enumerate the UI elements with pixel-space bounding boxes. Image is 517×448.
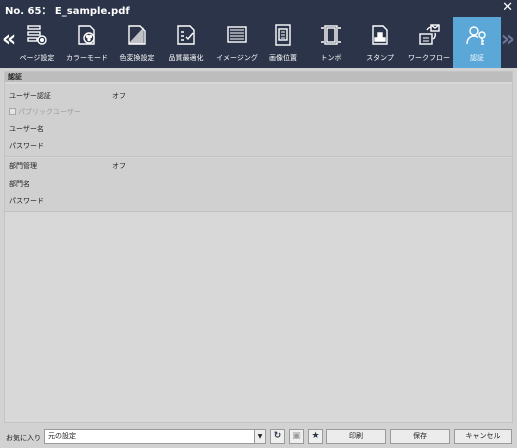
crop-marks-icon <box>321 25 341 45</box>
favorite-star-button[interactable]: ★ <box>308 429 323 444</box>
user-auth-value[interactable]: オフ <box>112 91 126 101</box>
tab-bar: « ページ設定 カラーモード 色変換設定 品質最適化 イメージング 画像位置 ト… <box>0 17 517 68</box>
public-user-checkbox[interactable] <box>9 108 16 115</box>
favorites-value: 元の設定 <box>48 432 76 440</box>
user-password-label: パスワード <box>9 142 44 150</box>
save-favorite-button[interactable]: ▣ <box>289 429 304 444</box>
print-button[interactable]: 印刷 <box>326 429 386 444</box>
section-header: 認証 <box>5 72 512 82</box>
workflow-icon <box>419 24 440 45</box>
stamp-icon <box>372 25 388 45</box>
dept-name-label: 部門名 <box>9 180 30 188</box>
color-conversion-icon <box>128 25 146 45</box>
public-user-option: パブリックユーザー <box>9 107 81 117</box>
dept-password-label: パスワード <box>9 197 44 205</box>
user-auth-label: ユーザー認証 <box>9 92 51 100</box>
window-title: No. 65： E_sample.pdf <box>5 6 130 17</box>
tab-page-setup[interactable]: ページ設定 <box>13 17 61 68</box>
scroll-right-icon[interactable]: » <box>501 29 515 51</box>
user-name-label: ユーザー名 <box>9 125 44 133</box>
tab-color-conversion[interactable]: 色変換設定 <box>113 17 161 68</box>
dept-mgmt-value[interactable]: オフ <box>112 161 126 171</box>
tab-label: 認証 <box>470 54 484 62</box>
star-icon: ★ <box>311 431 320 441</box>
page-setup-icon <box>27 25 47 45</box>
favorites-label: お気に入り <box>6 434 41 442</box>
save-button[interactable]: 保存 <box>390 429 450 444</box>
tab-stamp[interactable]: スタンプ <box>356 17 404 68</box>
footer-bar: お気に入り 元の設定 ▼ ↻ ▣ ★ 印刷 保存 キャンセル <box>0 425 517 448</box>
authentication-icon <box>466 26 486 45</box>
settings-panel: 認証 ユーザー認証 オフ パブリックユーザー ユーザー名 パスワード 部門管理 … <box>4 71 513 423</box>
favorites-select[interactable]: 元の設定 ▼ <box>44 429 266 444</box>
color-mode-icon <box>78 25 95 45</box>
title-bar: No. 65： E_sample.pdf ✕ <box>0 0 517 17</box>
refresh-icon: ↻ <box>273 431 282 441</box>
tab-workflow[interactable]: ワークフロー <box>405 17 453 68</box>
dept-mgmt-group: 部門管理 オフ 部門名 パスワード <box>5 158 512 212</box>
dept-mgmt-label: 部門管理 <box>9 162 37 170</box>
floppy-disk-icon: ▣ <box>292 431 301 441</box>
public-user-label: パブリックユーザー <box>18 108 81 116</box>
refresh-button[interactable]: ↻ <box>270 429 285 444</box>
cancel-button[interactable]: キャンセル <box>454 429 512 444</box>
close-icon[interactable]: ✕ <box>502 0 513 15</box>
tab-authentication[interactable]: 認証 <box>453 17 501 68</box>
chevron-down-icon[interactable]: ▼ <box>254 430 265 443</box>
user-auth-group: ユーザー認証 オフ パブリックユーザー ユーザー名 パスワード <box>5 84 512 157</box>
quality-checklist-icon <box>177 25 195 45</box>
imaging-icon <box>227 26 247 43</box>
tab-quality[interactable]: 品質最適化 <box>162 17 210 68</box>
tab-crop-marks[interactable]: トンボ <box>307 17 355 68</box>
tab-color-mode[interactable]: カラーモード <box>63 17 111 68</box>
tab-image-position[interactable]: 画像位置 <box>259 17 307 68</box>
image-position-icon <box>275 24 291 46</box>
